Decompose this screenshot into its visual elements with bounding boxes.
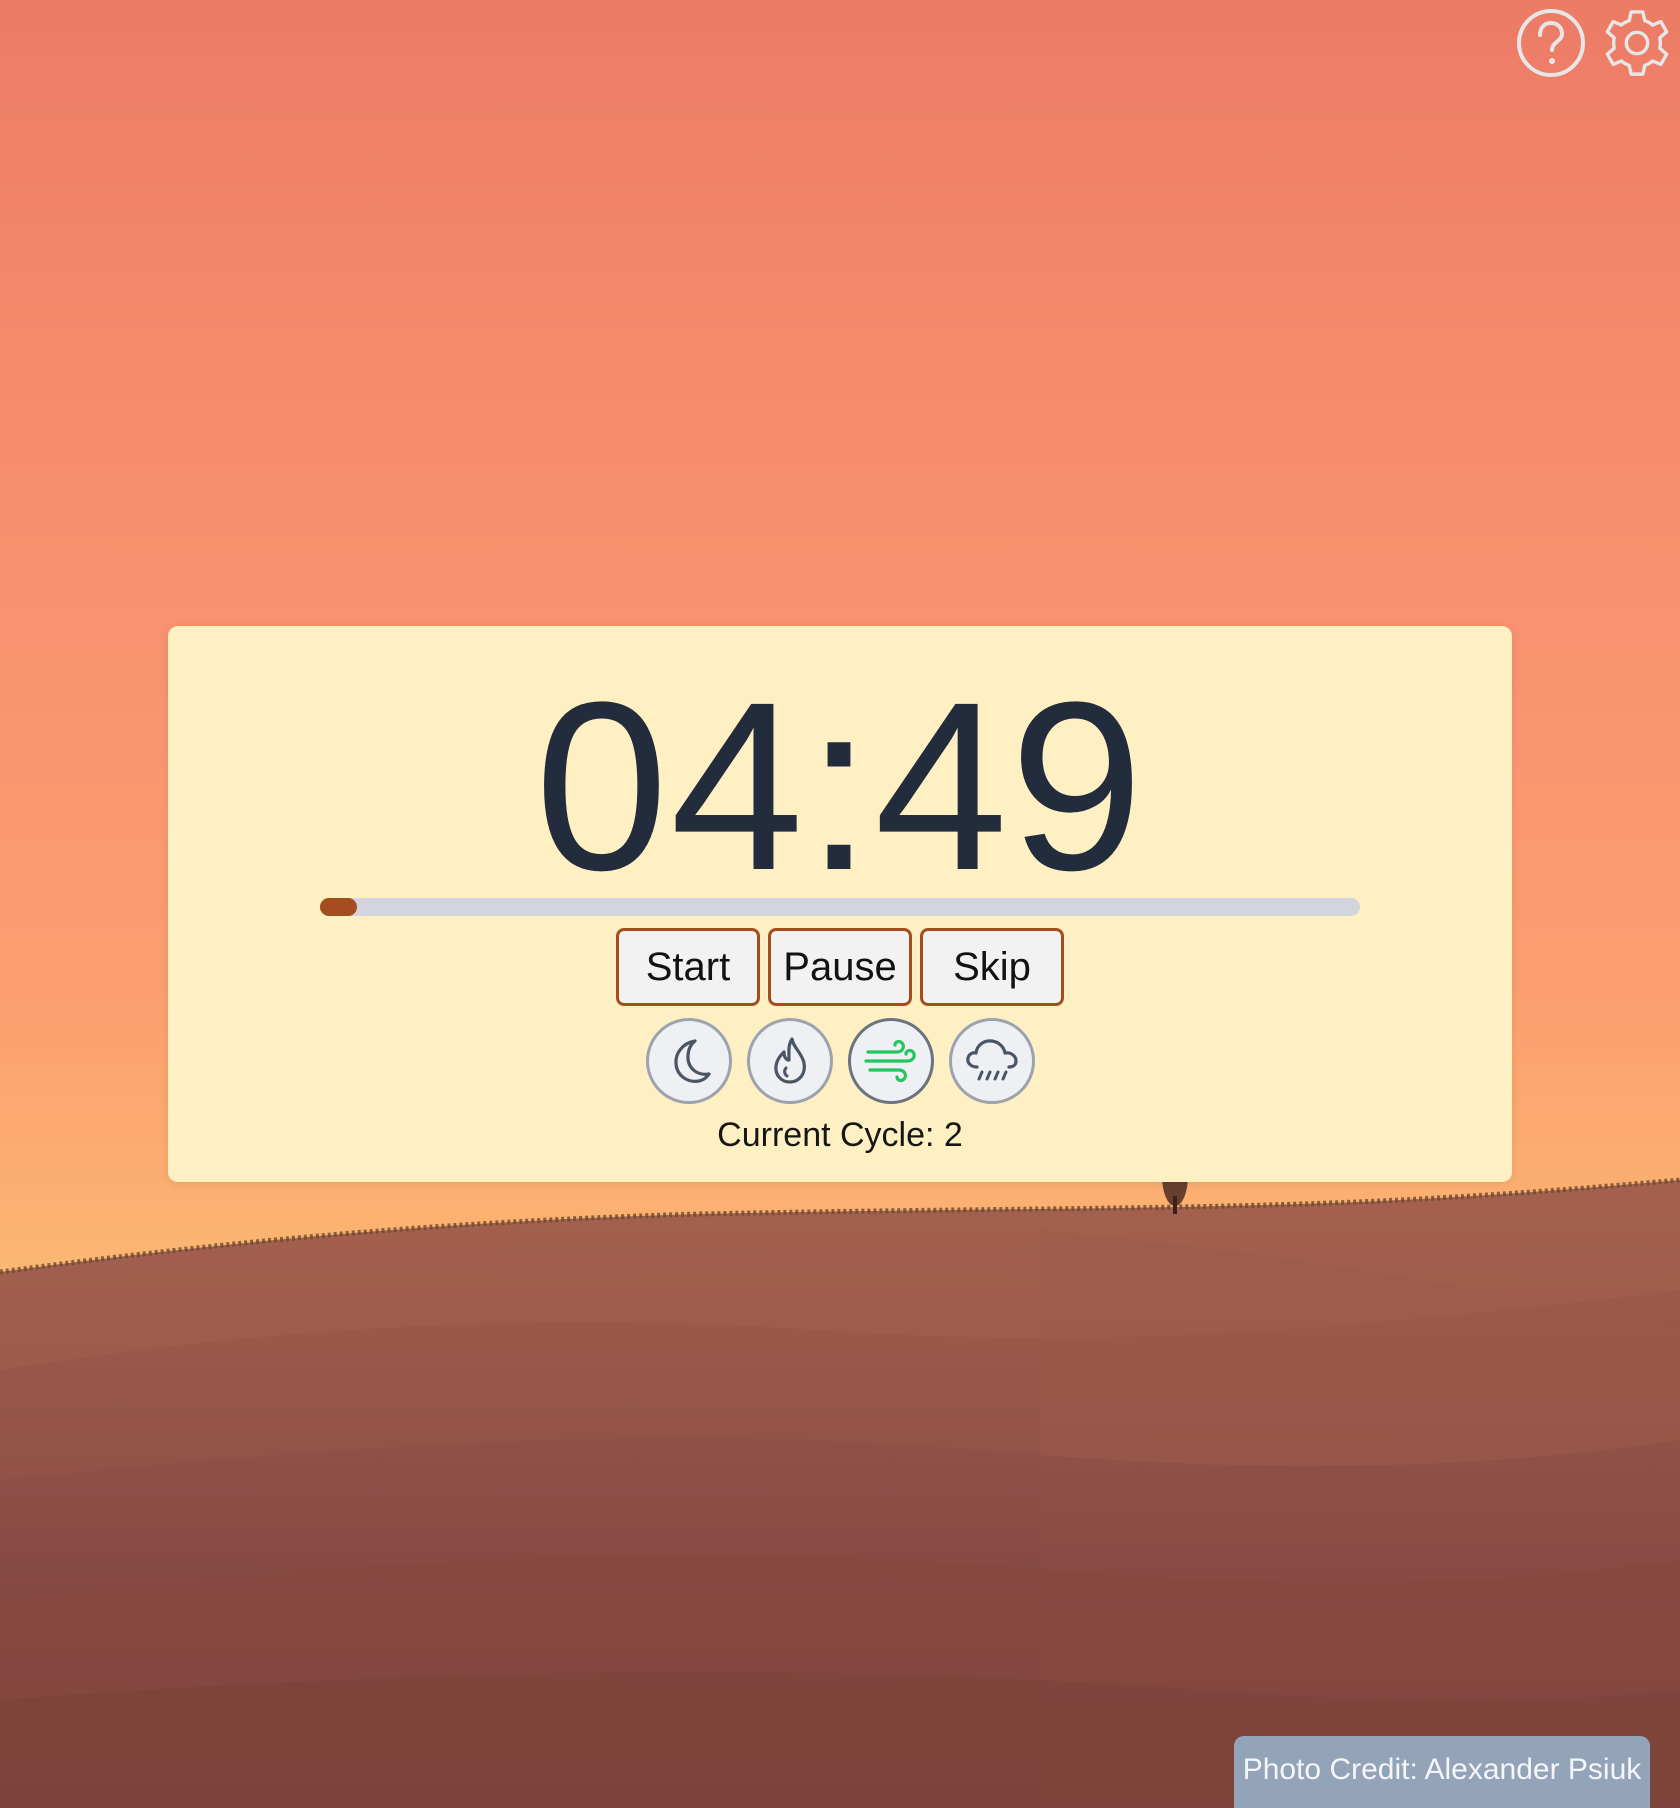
pause-button[interactable]: Pause (768, 928, 912, 1006)
sound-moon-button[interactable] (645, 1018, 732, 1104)
wind-icon (863, 1039, 916, 1083)
help-circle-icon (1517, 9, 1585, 77)
sound-wind-button[interactable] (847, 1018, 934, 1104)
flame-icon (773, 1037, 806, 1084)
help-button[interactable] (1516, 8, 1586, 78)
current-cycle-label: Current Cycle: 2 (717, 1116, 963, 1154)
skip-button[interactable]: Skip (920, 928, 1064, 1006)
photo-credit[interactable]: Photo Credit: Alexander Psiuk (1234, 1736, 1650, 1808)
timer-card: 04:49 Start Pause Skip Current Cycle: 2 (168, 626, 1512, 1182)
progress-bar (320, 898, 1360, 916)
sound-fire-button[interactable] (746, 1018, 833, 1104)
app-page: 04:49 Start Pause Skip Current Cycle: 2 … (0, 0, 1680, 1808)
start-button[interactable]: Start (616, 928, 760, 1006)
ambient-sound-selector (168, 1018, 1512, 1104)
sound-rain-button[interactable] (948, 1018, 1035, 1104)
rain-cloud-icon (965, 1039, 1018, 1081)
gear-icon (1605, 10, 1669, 76)
top-right-toolbar (1516, 8, 1672, 78)
timer-display: 04:49 (534, 652, 1146, 920)
settings-button[interactable] (1602, 8, 1672, 78)
timer-controls: Start Pause Skip (168, 928, 1512, 1006)
moon-icon (673, 1039, 711, 1083)
progress-fill (320, 898, 358, 916)
